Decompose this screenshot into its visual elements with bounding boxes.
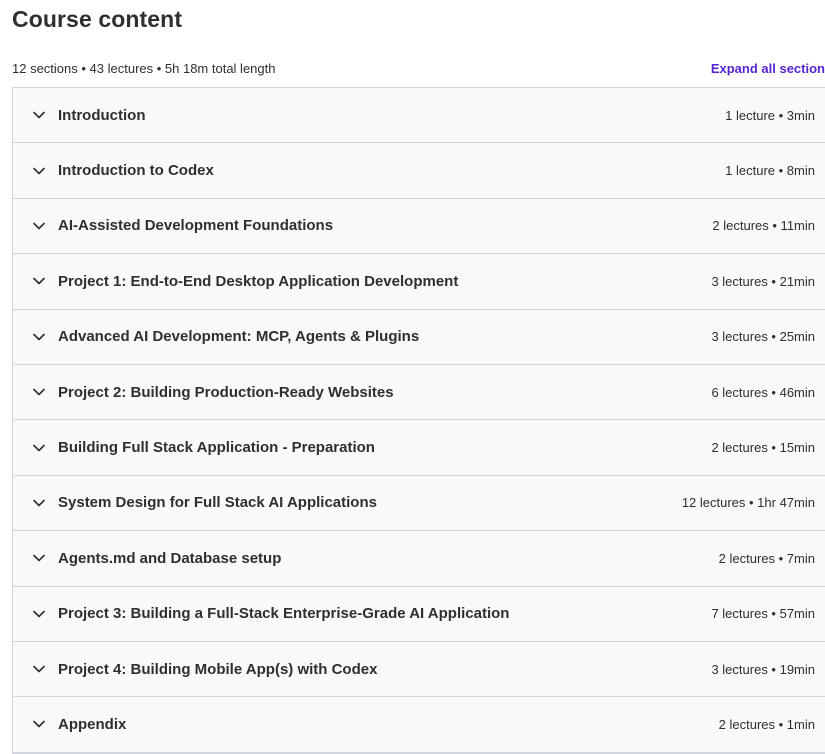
chevron-down-icon	[31, 550, 47, 566]
section-meta: 3 lectures • 25min	[711, 329, 815, 345]
section-header[interactable]: Building Full Stack Application - Prepar…	[13, 420, 825, 476]
section-header[interactable]: Appendix 2 lectures • 1min	[13, 697, 825, 753]
section-meta: 6 lectures • 46min	[711, 384, 815, 400]
chevron-down-icon	[31, 329, 47, 345]
chevron-down-icon	[31, 107, 47, 123]
section-title: Project 1: End-to-End Desktop Applicatio…	[58, 272, 459, 290]
section-header[interactable]: Agents.md and Database setup 2 lectures …	[13, 531, 825, 587]
section-meta: 3 lectures • 21min	[711, 273, 815, 289]
expand-all-button[interactable]: Expand all section	[711, 61, 825, 76]
section-header[interactable]: Project 3: Building a Full-Stack Enterpr…	[13, 586, 825, 642]
section-title: Project 4: Building Mobile App(s) with C…	[58, 660, 378, 678]
chevron-down-icon	[31, 495, 47, 511]
chevron-down-icon	[31, 384, 47, 400]
course-summary: 12 sections • 43 lectures • 5h 18m total…	[12, 60, 276, 76]
section-title: Agents.md and Database setup	[58, 549, 282, 567]
section-header[interactable]: Project 4: Building Mobile App(s) with C…	[13, 641, 825, 698]
section-title: Building Full Stack Application - Prepar…	[58, 439, 375, 457]
section-header[interactable]: Project 1: End-to-End Desktop Applicatio…	[13, 254, 825, 310]
section-title: Project 2: Building Production-Ready Web…	[58, 383, 394, 401]
chevron-down-icon	[31, 218, 47, 234]
section-meta: 12 lectures • 1hr 47min	[681, 495, 815, 511]
chevron-down-icon	[31, 716, 47, 732]
section-title: Appendix	[58, 715, 127, 733]
section-meta: 1 lecture • 3min	[725, 107, 815, 123]
section-header[interactable]: AI-Assisted Development Foundations 2 le…	[13, 198, 825, 255]
section-meta: 7 lectures • 57min	[711, 606, 815, 622]
section-title: System Design for Full Stack AI Applicat…	[58, 494, 377, 512]
section-title: Introduction	[58, 106, 146, 124]
chevron-down-icon	[31, 440, 47, 456]
chevron-down-icon	[31, 163, 47, 179]
chevron-down-icon	[31, 606, 47, 622]
section-header[interactable]: Introduction 1 lecture • 3min	[13, 88, 825, 144]
chevron-down-icon	[31, 273, 47, 289]
section-meta: 2 lectures • 1min	[718, 716, 815, 732]
section-title: Introduction to Codex	[58, 162, 214, 180]
section-meta: 2 lectures • 15min	[711, 440, 815, 456]
section-title: Advanced AI Development: MCP, Agents & P…	[58, 328, 420, 346]
page-title: Course content	[12, 6, 183, 32]
section-header[interactable]: Project 2: Building Production-Ready Web…	[13, 364, 825, 421]
chevron-down-icon	[31, 661, 47, 677]
section-meta: 3 lectures • 19min	[711, 661, 815, 677]
section-title: Project 3: Building a Full-Stack Enterpr…	[58, 605, 510, 623]
section-header[interactable]: Advanced AI Development: MCP, Agents & P…	[13, 309, 825, 365]
course-summary-row: 12 sections • 43 lectures • 5h 18m total…	[12, 58, 825, 78]
section-header[interactable]: System Design for Full Stack AI Applicat…	[13, 475, 825, 532]
section-list: Introduction 1 lecture • 3min Introducti…	[12, 87, 825, 754]
section-title: AI-Assisted Development Foundations	[58, 217, 334, 235]
section-header[interactable]: Introduction to Codex 1 lecture • 8min	[13, 143, 825, 199]
section-meta: 1 lecture • 8min	[725, 163, 815, 179]
section-meta: 2 lectures • 11min	[712, 218, 815, 234]
section-meta: 2 lectures • 7min	[718, 550, 815, 566]
